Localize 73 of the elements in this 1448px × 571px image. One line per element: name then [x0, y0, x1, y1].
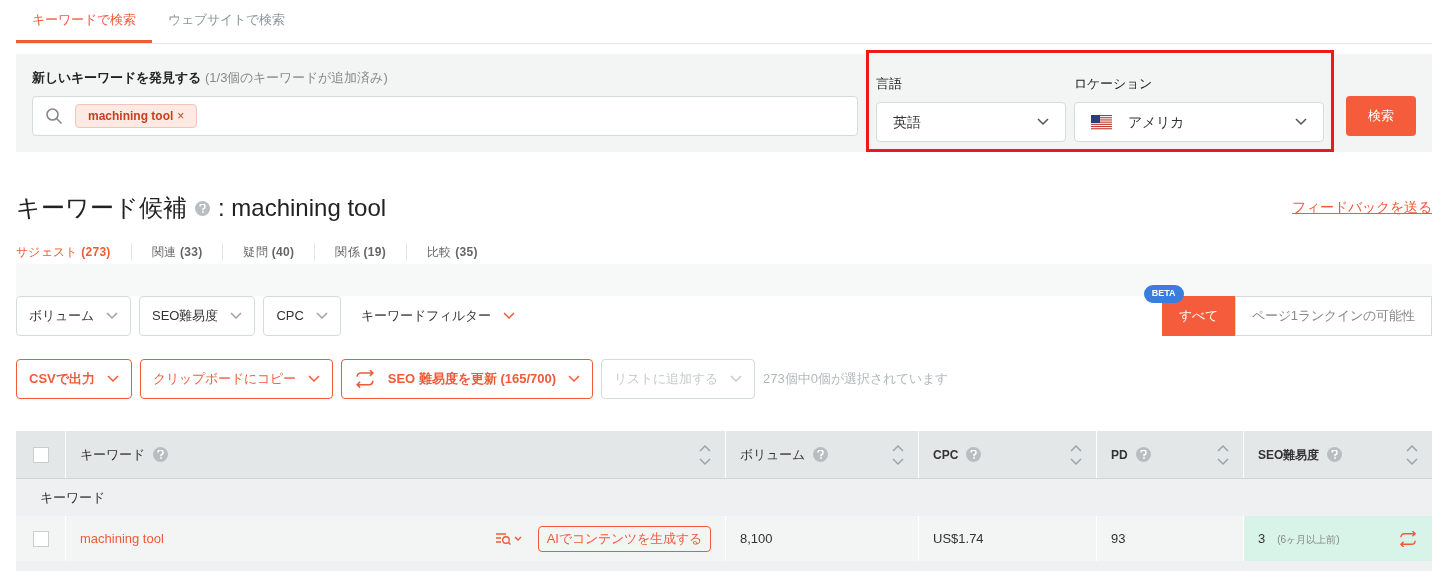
sort-icon[interactable] [1406, 443, 1418, 466]
column-label: キーワード [80, 445, 145, 464]
sort-icon[interactable] [1217, 443, 1229, 466]
filter-dropdown[interactable]: ボリューム [16, 296, 131, 336]
title-keyword: : machining tool [218, 193, 387, 223]
chevron-down-icon [315, 312, 328, 320]
chevron-down-icon [730, 375, 743, 383]
chevron-down-icon [1037, 118, 1049, 126]
refresh-icon[interactable] [353, 370, 376, 388]
flag-icon [1091, 114, 1112, 130]
seo-score: 3 [1258, 529, 1266, 548]
chip-remove-button[interactable]: × [177, 107, 185, 125]
chevron-down-icon [568, 375, 581, 383]
column-label: SEO難易度 [1258, 446, 1320, 464]
column-header[interactable]: ボリューム [726, 431, 919, 478]
seo-score-age: (6ヶ月以上前) [1277, 532, 1340, 547]
page-title: キーワード候補 [16, 193, 187, 223]
location-dropdown[interactable]: アメリカ [1074, 102, 1324, 142]
help-icon [195, 200, 210, 216]
feedback-link[interactable]: フィードバックを送る [1292, 197, 1432, 218]
search-mode-tab[interactable]: キーワードで検索 [16, 0, 152, 43]
action-dropdown-button[interactable]: クリップボードにコピー [139, 359, 333, 399]
beta-badge: BETA [1143, 285, 1184, 303]
select-all-checkbox[interactable] [32, 446, 49, 463]
suggestion-tab[interactable]: 比較 (35) [407, 243, 498, 261]
sort-icon[interactable] [1070, 443, 1082, 466]
search-mode-tab[interactable]: ウェブサイトで検索 [152, 0, 301, 43]
ai-generate-button[interactable]: AIでコンテンツを生成する [537, 525, 711, 552]
search-list-icon[interactable] [495, 531, 522, 546]
suggestion-tab[interactable]: 疑問 (40) [223, 243, 316, 261]
column-label: ボリューム [740, 445, 805, 464]
action-dropdown-button[interactable]: CSVで出力 [16, 359, 132, 399]
suggestion-tab[interactable]: 関連 (33) [131, 243, 224, 261]
column-label: CPC [933, 446, 959, 464]
chevron-down-icon [106, 375, 119, 383]
sort-icon[interactable] [892, 443, 904, 466]
suggestion-tab[interactable]: サジェスト (273) [16, 243, 132, 261]
language-label: 言語 [876, 74, 903, 93]
refresh-icon[interactable] [1398, 530, 1418, 547]
keyword-filter-dropdown[interactable]: キーワードフィルター [348, 306, 527, 326]
sort-icon[interactable] [699, 443, 711, 466]
action-dropdown-button[interactable]: SEO 難易度を更新 (165/700) [340, 359, 594, 399]
suggestion-tab[interactable]: 関係 (19) [315, 243, 408, 261]
column-header[interactable]: SEO難易度 [1244, 431, 1432, 478]
group-label: キーワード [40, 488, 105, 507]
chip-label: machining tool [88, 108, 174, 125]
help-icon [813, 447, 828, 462]
chevron-down-icon [106, 312, 118, 320]
location-label: ロケーション [1074, 74, 1153, 93]
help-icon [153, 447, 168, 462]
panel-heading-note: (1/3個のキーワードが追加済み) [205, 68, 388, 87]
row-checkbox[interactable] [32, 530, 49, 547]
help-icon [1135, 447, 1151, 462]
column-label: PD [1111, 446, 1128, 464]
filter-dropdown[interactable]: CPC [263, 296, 341, 336]
selection-count: 273個中0個が選択されています [763, 370, 948, 389]
column-header[interactable]: PD [1097, 431, 1244, 478]
search-icon [45, 107, 63, 125]
rank-filter-toggle[interactable]: ページ1ランクインの可能性 [1234, 296, 1432, 336]
chevron-down-icon [230, 312, 243, 320]
panel-heading: 新しいキーワードを発見する [32, 68, 201, 87]
column-header[interactable]: キーワード [66, 431, 726, 478]
language-dropdown[interactable]: 英語 [876, 102, 1066, 142]
help-icon [1327, 447, 1343, 462]
search-button[interactable]: 検索 [1346, 96, 1416, 136]
chevron-down-icon [307, 375, 320, 383]
column-header[interactable]: CPC [919, 431, 1097, 478]
chevron-down-icon [502, 312, 515, 320]
help-icon [966, 447, 982, 462]
filter-dropdown[interactable]: SEO難易度 [139, 296, 256, 336]
rank-filter-toggle[interactable]: すべて [1161, 296, 1235, 336]
keyword-input-field[interactable]: machining tool × [32, 96, 858, 136]
chevron-down-icon [1295, 118, 1307, 126]
